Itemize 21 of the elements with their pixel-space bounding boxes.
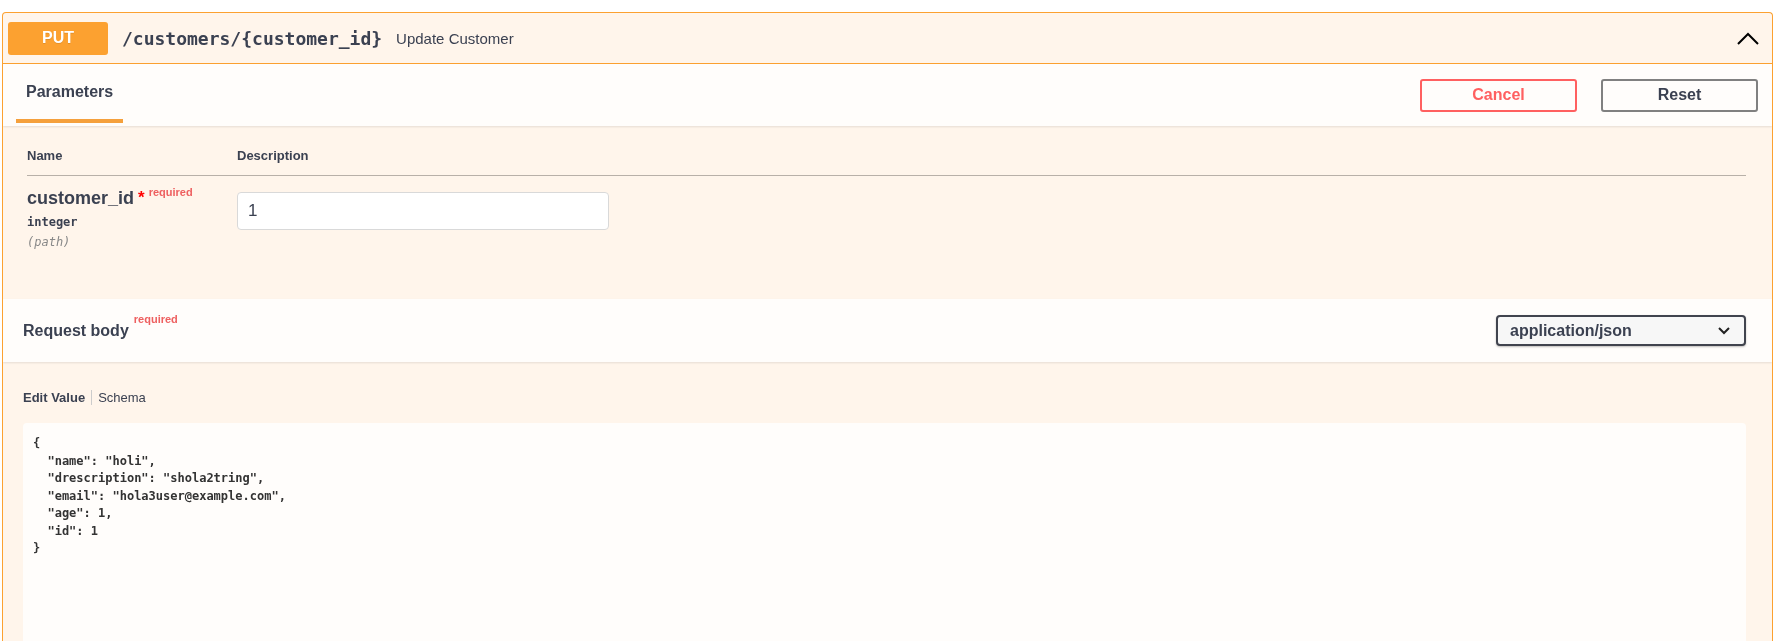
value-tab[interactable]: Schema xyxy=(91,390,152,405)
chevron-down-icon xyxy=(1718,326,1730,335)
required-asterisk: * xyxy=(138,188,145,208)
required-label: required xyxy=(133,313,178,325)
method-badge: PUT xyxy=(8,21,108,55)
collapse-icon[interactable] xyxy=(1737,31,1759,45)
parameter-location: (path) xyxy=(27,235,72,249)
parameter-input[interactable]: 1 xyxy=(237,192,609,230)
parameters-tab[interactable]: Parameters xyxy=(16,64,124,123)
parameter-name: customer_id xyxy=(27,188,135,209)
endpoint-summary: Update Customer xyxy=(396,29,515,47)
reset-button[interactable]: Reset xyxy=(1601,78,1758,112)
content-type-select[interactable]: application/json xyxy=(1496,315,1746,346)
column-header: Name xyxy=(27,148,64,163)
parameter-type: integer xyxy=(27,215,79,229)
value-tab[interactable]: Edit Value xyxy=(23,390,92,405)
json-editor[interactable]: { "name": "holi", "drescription": "shola2tring", "email": "hola3user@example.com", "age": 1, "id": 1 } xyxy=(23,423,1746,641)
column-header: Description xyxy=(237,148,310,163)
endpoint-path: /customers/{customer_id} xyxy=(122,27,383,49)
request-body-title: Request body xyxy=(23,321,129,340)
required-label: required xyxy=(148,186,193,198)
